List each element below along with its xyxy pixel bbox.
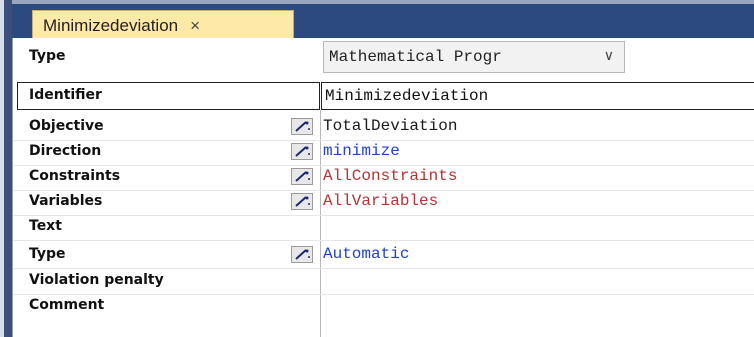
wizard-wand-icon[interactable]: [291, 246, 313, 263]
tab-bar: Minimizedeviation ×: [12, 0, 754, 40]
row-separator: [13, 165, 754, 166]
identifier-label: Identifier: [29, 87, 102, 103]
attributes-panel: Type Mathematical Progr ∨ Identifier Min…: [12, 38, 754, 337]
wizard-wand-icon[interactable]: [291, 143, 313, 160]
left-edge-highlight: [0, 0, 4, 337]
direction-label: Direction: [29, 143, 102, 159]
type-select-value: Mathematical Progr: [329, 48, 502, 66]
objective-label: Objective: [29, 118, 104, 134]
type-setting-value[interactable]: Automatic: [323, 245, 409, 263]
chevron-down-icon: ∨: [603, 48, 614, 64]
objective-value[interactable]: TotalDeviation: [323, 117, 457, 135]
text-label: Text: [29, 218, 62, 234]
constraints-value[interactable]: AllConstraints: [323, 167, 457, 185]
violation-penalty-label: Violation penalty: [29, 272, 164, 288]
tab-label: Minimizedeviation: [43, 15, 179, 35]
variables-value[interactable]: AllVariables: [323, 192, 438, 210]
constraints-label: Constraints: [29, 168, 121, 184]
type-label: Type: [29, 48, 66, 64]
row-separator: [13, 140, 754, 141]
wizard-wand-icon[interactable]: [291, 168, 313, 185]
variables-label: Variables: [29, 193, 103, 209]
wizard-wand-icon[interactable]: [291, 193, 313, 210]
wizard-wand-icon[interactable]: [291, 118, 313, 135]
type-select[interactable]: Mathematical Progr ∨: [323, 41, 625, 73]
identifier-input[interactable]: Minimizedeviation: [321, 82, 754, 110]
tab-minimizedeviation[interactable]: Minimizedeviation ×: [32, 10, 294, 40]
row-separator: [13, 215, 754, 216]
column-divider: [320, 110, 321, 337]
row-separator: [13, 190, 754, 191]
comment-label: Comment: [29, 297, 105, 313]
row-separator: [13, 294, 754, 295]
direction-value[interactable]: minimize: [323, 142, 400, 160]
type-setting-label: Type: [29, 246, 66, 262]
close-icon[interactable]: ×: [190, 16, 200, 36]
row-separator: [13, 240, 754, 241]
row-separator: [13, 268, 754, 269]
